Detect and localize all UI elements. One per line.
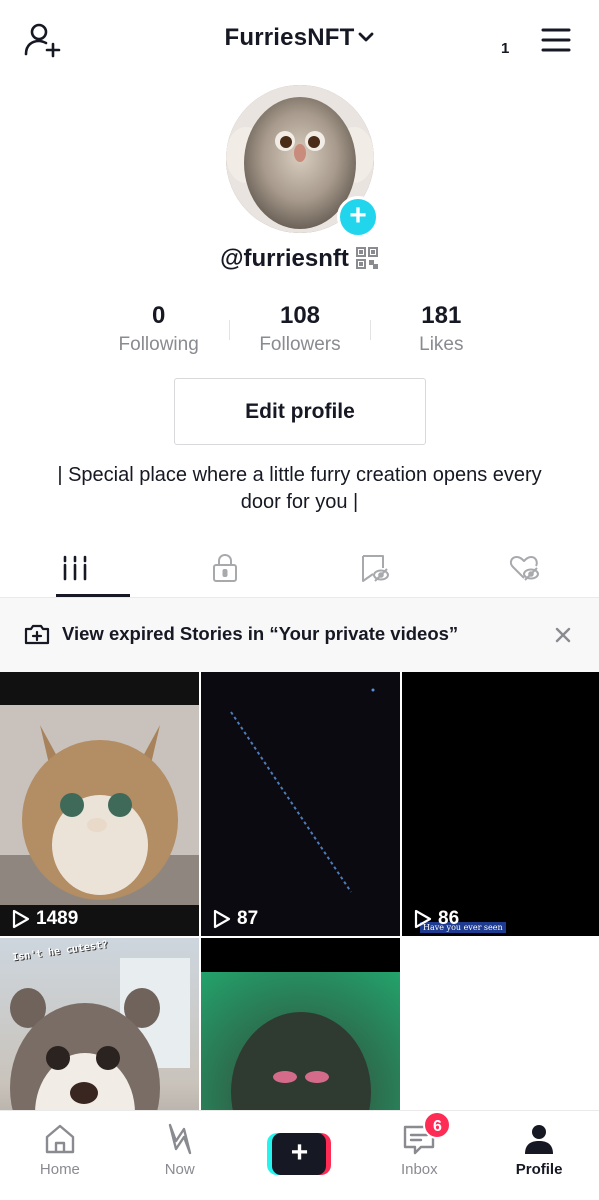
notification-count: 1 [501, 40, 510, 57]
nav-now-label: Now [164, 1161, 195, 1178]
view-count: 87 [211, 908, 258, 930]
profile-bio: | Special place where a little furry cre… [57, 464, 542, 513]
heart-hidden-icon [510, 556, 540, 581]
play-icon [12, 909, 30, 929]
view-count-value: 87 [237, 908, 259, 929]
inbox-badge: 6 [423, 1111, 452, 1139]
tab-saved[interactable] [300, 540, 450, 597]
nav-create[interactable]: + [240, 1111, 360, 1200]
following-count: 0 [151, 302, 166, 329]
menu-icon[interactable] [540, 26, 572, 54]
stat-following[interactable]: 0 Following [88, 302, 229, 362]
streak-image [230, 688, 375, 893]
following-label: Following [118, 334, 199, 355]
nav-inbox-label: Inbox [400, 1161, 438, 1178]
expired-stories-banner[interactable]: View expired Stories in “Your private vi… [0, 598, 599, 672]
edit-profile-button[interactable]: Edit profile [174, 378, 426, 445]
chevron-down-icon [358, 32, 373, 42]
likes-label: Likes [419, 334, 464, 355]
video-thumbnail[interactable]: 87 [201, 672, 400, 936]
nav-home[interactable]: Home [0, 1111, 120, 1200]
home-icon [45, 1124, 75, 1154]
bottom-nav: Home Now + 6 Inbox Profile [0, 1110, 599, 1200]
add-story-button[interactable]: + [337, 196, 379, 238]
grid-icon [63, 555, 87, 581]
furry-thumbnail-image [0, 705, 199, 905]
top-bar: FurriesNFT 1 [0, 0, 599, 80]
nav-inbox[interactable]: 6 Inbox [359, 1111, 479, 1200]
username-title: FurriesNFT [224, 24, 355, 51]
profile-tabs [0, 540, 599, 598]
nav-profile-label: Profile [515, 1161, 563, 1178]
camera-plus-icon [24, 624, 50, 645]
plus-icon: + [272, 1133, 327, 1175]
close-icon[interactable] [552, 624, 574, 646]
view-count: 1489 [10, 908, 78, 930]
followers-count: 108 [279, 302, 321, 329]
nav-profile[interactable]: Profile [479, 1111, 599, 1200]
handle-row: @furriesnft [0, 245, 599, 273]
view-count: 86 [412, 908, 459, 930]
view-count-value: 86 [438, 908, 460, 929]
stat-followers[interactable]: 108 Followers [229, 302, 370, 362]
tab-private[interactable] [150, 540, 300, 597]
tab-videos[interactable] [0, 540, 150, 597]
nav-now[interactable]: Now [120, 1111, 240, 1200]
followers-label: Followers [259, 334, 341, 355]
active-tab-indicator [56, 594, 130, 597]
banner-text: View expired Stories in “Your private vi… [62, 623, 459, 644]
person-icon [525, 1125, 554, 1154]
stat-likes[interactable]: 181 Likes [371, 302, 512, 362]
bookmark-hidden-icon [362, 555, 390, 582]
video-thumbnail[interactable]: Have you ever seen 86 [402, 672, 599, 936]
likes-count: 181 [421, 302, 462, 329]
view-count-value: 1489 [36, 908, 79, 929]
stat-divider [370, 320, 371, 340]
create-button: + [267, 1133, 332, 1175]
nav-home-label: Home [39, 1161, 80, 1178]
play-icon [213, 909, 231, 929]
play-icon [414, 909, 432, 929]
profile-stats: 0 Following 108 Followers 181 Likes [88, 302, 512, 362]
qr-code-icon[interactable] [355, 246, 379, 270]
lock-icon [212, 553, 237, 582]
profile-handle: @furriesnft [220, 245, 349, 272]
now-icon [168, 1123, 191, 1155]
tab-liked[interactable] [449, 540, 599, 597]
stat-divider [229, 320, 230, 340]
video-thumbnail[interactable]: 1489 [0, 672, 199, 936]
